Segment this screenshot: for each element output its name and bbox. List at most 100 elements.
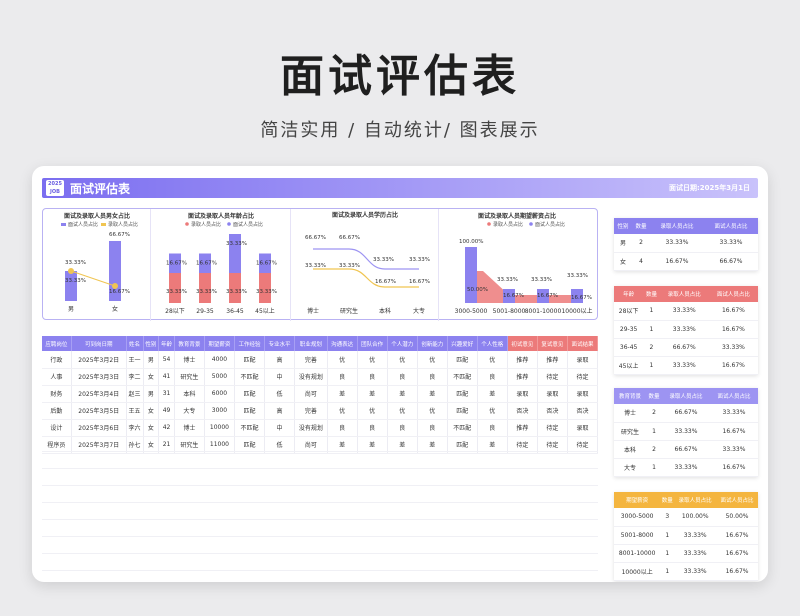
summary-cell[interactable]: 本科 <box>614 440 646 459</box>
summary-cell[interactable]: 16.67% <box>716 526 758 545</box>
column-header[interactable]: 个人潜力 <box>387 336 418 351</box>
table-cell[interactable]: 中 <box>264 419 296 437</box>
table-cell[interactable]: 3000 <box>204 402 235 420</box>
table-cell[interactable]: 推荐 <box>537 351 568 369</box>
table-cell[interactable]: 不匹配 <box>234 419 265 437</box>
table-cell[interactable]: 推荐 <box>507 368 538 386</box>
column-header[interactable]: 姓名 <box>126 336 144 351</box>
table-cell[interactable]: 女 <box>143 419 160 437</box>
table-cell[interactable]: 录取 <box>567 385 599 403</box>
table-cell[interactable]: 5000 <box>204 368 235 386</box>
summary-cell[interactable]: 16.67% <box>716 544 758 563</box>
summary-cell[interactable]: 1 <box>643 320 660 339</box>
summary-cell[interactable]: 16.67% <box>708 320 758 339</box>
table-cell[interactable]: 差 <box>477 385 508 403</box>
column-header[interactable]: 面试结果 <box>567 336 599 351</box>
table-cell[interactable]: 不匹配 <box>234 368 265 386</box>
table-cell[interactable]: 良 <box>477 419 508 437</box>
table-cell[interactable]: 良 <box>327 368 358 386</box>
table-cell[interactable]: 优 <box>417 402 448 420</box>
table-row[interactable]: 人事 2025年3月3日 李二女 41 研究生 5000 不匹配中没有规划良良良良不匹配良推… <box>42 368 599 386</box>
summary-cell[interactable]: 33.33% <box>703 234 758 253</box>
table-cell[interactable]: 优 <box>327 351 358 369</box>
summary-cell[interactable]: 2 <box>646 440 662 459</box>
column-header[interactable]: 团队合作 <box>357 336 388 351</box>
summary-cell[interactable]: 66.67% <box>662 440 710 459</box>
summary-cell[interactable]: 28以下 <box>614 302 644 321</box>
table-cell[interactable]: 优 <box>357 351 388 369</box>
summary-cell[interactable]: 16.67% <box>709 458 758 477</box>
table-cell[interactable]: 优 <box>477 351 508 369</box>
table-cell[interactable]: 人事 <box>42 368 72 386</box>
table-cell[interactable]: 2025年3月4日 <box>71 385 127 403</box>
table-cell[interactable]: 31 <box>158 385 175 403</box>
summary-cell[interactable]: 1 <box>643 302 660 321</box>
table-cell[interactable]: 完善 <box>294 402 328 420</box>
table-row[interactable]: 设计 2025年3月6日 李六女 42 博士 10000 不匹配中没有规划良良良良不匹配良推… <box>42 419 599 437</box>
table-cell[interactable]: 良 <box>387 419 418 437</box>
table-cell[interactable]: 男 <box>143 385 160 403</box>
table-cell[interactable]: 良 <box>357 419 388 437</box>
table-cell[interactable]: 录取 <box>507 385 538 403</box>
summary-cell[interactable]: 1 <box>660 526 675 545</box>
table-cell[interactable]: 大专 <box>174 402 205 420</box>
column-header[interactable]: 创新能力 <box>417 336 448 351</box>
table-cell[interactable]: 2025年3月5日 <box>71 402 127 420</box>
column-header[interactable]: 复试意见 <box>537 336 568 351</box>
table-cell[interactable]: 博士 <box>174 351 205 369</box>
table-cell[interactable]: 没有规划 <box>294 419 328 437</box>
summary-cell[interactable]: 2 <box>643 338 660 357</box>
summary-cell[interactable]: 16.67% <box>650 252 704 271</box>
summary-cell[interactable]: 33.33% <box>659 302 709 321</box>
table-cell[interactable]: 优 <box>327 402 358 420</box>
table-cell[interactable]: 低 <box>264 385 296 403</box>
table-cell[interactable]: 4000 <box>204 351 235 369</box>
summary-cell[interactable]: 8001-10000 <box>614 544 661 563</box>
table-cell[interactable]: 推荐 <box>507 351 538 369</box>
table-cell[interactable]: 良 <box>417 368 448 386</box>
summary-cell[interactable]: 33.33% <box>708 338 758 357</box>
table-cell[interactable]: 王一 <box>126 351 144 369</box>
table-cell[interactable]: 行政 <box>42 351 72 369</box>
table-cell[interactable]: 优 <box>357 402 388 420</box>
table-cell[interactable]: 41 <box>158 368 175 386</box>
table-cell[interactable]: 本科 <box>174 385 205 403</box>
table-cell[interactable]: 优 <box>387 351 418 369</box>
summary-cell[interactable]: 5001-8000 <box>614 526 661 545</box>
column-header[interactable]: 个人性格 <box>477 336 508 351</box>
summary-cell[interactable]: 45以上 <box>614 356 644 375</box>
column-header[interactable]: 性别 <box>143 336 160 351</box>
column-header[interactable]: 兴趣爱好 <box>447 336 478 351</box>
summary-cell[interactable]: 33.33% <box>709 404 758 423</box>
table-cell[interactable]: 6000 <box>204 385 235 403</box>
table-cell[interactable]: 财务 <box>42 385 72 403</box>
table-cell[interactable]: 待定 <box>537 419 568 437</box>
summary-cell[interactable]: 2 <box>632 234 650 253</box>
table-cell[interactable]: 49 <box>158 402 175 420</box>
table-cell[interactable]: 否决 <box>507 402 538 420</box>
column-header[interactable]: 职业规划 <box>294 336 328 351</box>
summary-cell[interactable]: 100.00% <box>674 508 717 527</box>
summary-cell[interactable]: 16.67% <box>708 302 758 321</box>
table-cell[interactable]: 优 <box>417 351 448 369</box>
table-cell[interactable]: 2025年3月2日 <box>71 351 127 369</box>
summary-cell[interactable]: 1 <box>643 356 660 375</box>
table-cell[interactable]: 2025年3月6日 <box>71 419 127 437</box>
table-cell[interactable]: 赵三 <box>126 385 144 403</box>
table-cell[interactable]: 良 <box>477 368 508 386</box>
summary-cell[interactable]: 33.33% <box>650 234 704 253</box>
summary-cell[interactable]: 33.33% <box>659 356 709 375</box>
summary-cell[interactable]: 1 <box>660 562 675 581</box>
table-cell[interactable]: 良 <box>357 368 388 386</box>
column-header[interactable]: 教育背景 <box>174 336 205 351</box>
table-cell[interactable]: 高 <box>264 351 296 369</box>
table-cell[interactable]: 高 <box>264 402 296 420</box>
summary-cell[interactable]: 29-35 <box>614 320 644 339</box>
summary-cell[interactable]: 研究生 <box>614 422 646 441</box>
summary-cell[interactable]: 10000以上 <box>614 562 661 581</box>
column-header[interactable]: 应聘岗位 <box>42 336 72 351</box>
summary-cell[interactable]: 33.33% <box>662 422 710 441</box>
summary-cell[interactable]: 33.33% <box>709 440 758 459</box>
summary-cell[interactable]: 36-45 <box>614 338 644 357</box>
summary-cell[interactable]: 博士 <box>614 404 646 423</box>
